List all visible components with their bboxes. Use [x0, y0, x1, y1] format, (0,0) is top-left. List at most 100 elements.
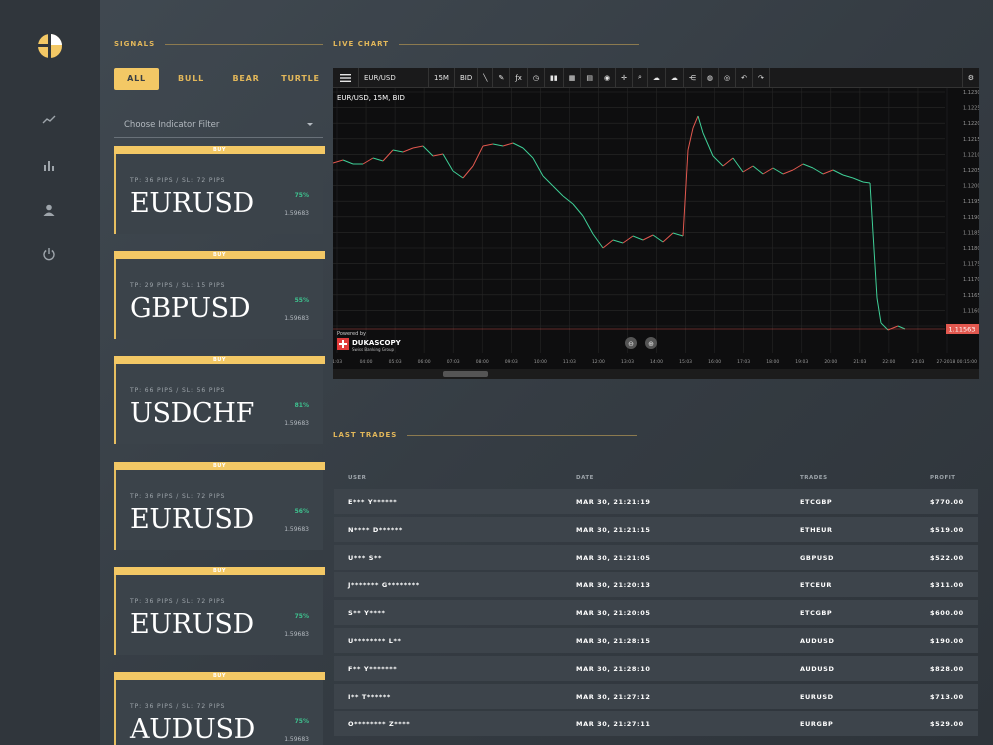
menu-icon[interactable]: [333, 67, 359, 88]
trade-pair: ETHEUR: [800, 525, 833, 534]
y-tick-label: 1.11600: [963, 308, 979, 314]
x-tick-label: 05:03: [389, 359, 402, 365]
table-row[interactable]: F** Y******* MAR 30, 21:28:10 AUDUSD $828.0…: [334, 655, 978, 681]
price-segment: [772, 167, 784, 175]
price-segment: [872, 232, 878, 299]
nav-power-icon[interactable]: [38, 243, 60, 265]
signal-card[interactable]: BUY TP: 36 PIPS / SL: 72 PIPS EURUSD 75%…: [114, 567, 325, 655]
svg-text:⊕: ⊕: [648, 340, 654, 348]
signal-card[interactable]: BUY TP: 36 PIPS / SL: 72 PIPS EURUSD 56%…: [114, 462, 325, 550]
price-segment: [512, 142, 524, 149]
signal-pair: USDCHF: [130, 398, 255, 429]
table-row[interactable]: S** Y**** MAR 30, 21:20:05 ETCGBP $600.00: [334, 600, 978, 626]
y-tick-label: 1.12100: [963, 152, 979, 158]
table-row[interactable]: E*** Y****** MAR 30, 21:21:19 ETCGBP $770.0…: [334, 489, 978, 514]
signal-card[interactable]: BUY TP: 29 PIPS / SL: 15 PIPS GBPUSD 55%…: [114, 251, 325, 339]
indicator-fx-icon[interactable]: ƒx: [510, 67, 528, 88]
table-row[interactable]: O******** Z**** MAR 30, 21:27:11 EURGBP $52…: [334, 711, 978, 737]
indicator-filter-select[interactable]: Choose Indicator Filter: [114, 112, 323, 138]
trade-date: MAR 30, 21:28:15: [576, 637, 651, 645]
price-segment: [887, 325, 899, 331]
x-tick-label: 13:03: [621, 359, 634, 365]
caret-down-icon: [307, 123, 313, 126]
provider-name: DUKASCOPY: [352, 339, 402, 347]
filter-all[interactable]: ALL: [114, 68, 159, 90]
nav-user-icon[interactable]: [38, 199, 60, 221]
signals-header: SIGNALS: [114, 40, 324, 48]
price-segment: [842, 174, 854, 179]
table-row[interactable]: U*** S** MAR 30, 21:21:05 GBPUSD $522.00: [334, 544, 978, 570]
cloud-upload-icon[interactable]: ☁: [648, 67, 666, 88]
draw-tool-icon[interactable]: ✎: [493, 67, 511, 88]
filter-bull[interactable]: BULL: [170, 68, 212, 90]
signal-confidence: 56%: [294, 508, 309, 515]
y-tick-label: 1.12200: [963, 121, 979, 127]
trade-pair: EURGBP: [800, 720, 834, 729]
line-tool-icon[interactable]: ╲: [478, 67, 494, 88]
trade-user: O******** Z****: [348, 720, 411, 729]
price-type-selector[interactable]: BID: [455, 67, 479, 88]
chart-scrollbar[interactable]: [333, 369, 979, 379]
calendar-icon[interactable]: ▦: [564, 67, 582, 88]
eye-icon[interactable]: ◎: [719, 67, 737, 88]
nav-trend-icon[interactable]: [38, 109, 60, 131]
filter-turtle[interactable]: TURTLE: [278, 68, 323, 90]
zoom-icon[interactable]: ⌕: [633, 67, 648, 88]
buy-badge: BUY: [114, 251, 325, 259]
y-tick-label: 1.12300: [963, 90, 979, 96]
filter-bear[interactable]: BEAR: [224, 68, 268, 90]
signal-card[interactable]: BUY TP: 36 PIPS / SL: 72 PIPS AUDUSD 75%…: [114, 672, 325, 745]
signal-confidence: 81%: [294, 402, 309, 409]
x-tick-label: 1:03: [333, 359, 342, 365]
trade-pair: ETCEUR: [800, 581, 832, 590]
trade-profit: $828.00: [930, 664, 964, 673]
palette-icon[interactable]: ◍: [702, 67, 720, 88]
trade-date: MAR 30, 21:28:10: [576, 664, 651, 673]
trade-user: U******** L**: [348, 637, 402, 645]
scrollbar-thumb[interactable]: [443, 371, 488, 377]
price-segment: [802, 163, 814, 169]
trade-user: N**** D******: [348, 525, 403, 534]
nav-bar-chart-icon[interactable]: [38, 154, 60, 176]
live-chart-panel[interactable]: EUR/USD 15M BID ╲ ✎ ƒx ◷ ▮▮ ▦ ▤ ◉ ✛ ⌕ ☁ …: [333, 67, 979, 379]
signal-card[interactable]: BUY TP: 36 PIPS / SL: 72 PIPS EURUSD 75%…: [114, 146, 325, 234]
symbol-selector[interactable]: EUR/USD: [359, 67, 429, 88]
undo-icon[interactable]: ↶: [736, 67, 753, 88]
table-row[interactable]: N**** D****** MAR 30, 21:21:15 ETHEUR $519.…: [334, 516, 978, 542]
price-segment: [762, 167, 774, 175]
tp-sl-label: TP: 36 PIPS / SL: 72 PIPS: [130, 493, 226, 500]
trade-date: MAR 30, 21:20:05: [576, 609, 651, 618]
zoom-out-icon[interactable]: ⊖: [625, 337, 637, 349]
brand-logo-icon: [37, 33, 62, 59]
price-chart-svg[interactable]: 1.12300 1.12250 1.12200 1.12150 1.12100 1.120…: [333, 88, 979, 379]
table-row[interactable]: U******** L** MAR 30, 21:28:15 AUDUSD $190.…: [334, 628, 978, 653]
y-tick-label: 1.11900: [963, 215, 979, 221]
trade-profit: $529.00: [930, 720, 964, 729]
mouse-icon[interactable]: ◉: [599, 67, 617, 88]
share-icon[interactable]: ⋲: [684, 67, 702, 88]
table-row[interactable]: J******* G******** MAR 30, 21:20:13 ETCEUR…: [334, 572, 978, 598]
layout-icon[interactable]: ▤: [581, 67, 599, 88]
price-segment: [672, 232, 684, 237]
cloud-download-icon[interactable]: ☁: [666, 67, 684, 88]
redo-icon[interactable]: ↷: [753, 67, 770, 88]
crosshair-icon[interactable]: ✛: [616, 67, 633, 88]
signal-card[interactable]: BUY TP: 66 PIPS / SL: 56 PIPS USDCHF 81%…: [114, 356, 325, 444]
trade-user: J******* G********: [348, 581, 420, 590]
price-segment: [852, 177, 864, 183]
price-segment: [832, 169, 844, 176]
divider: [165, 43, 324, 45]
table-row[interactable]: I** T****** MAR 30, 21:27:12 EURUSD $713.00: [334, 683, 978, 709]
price-segment: [722, 157, 734, 167]
buy-badge: BUY: [114, 672, 325, 680]
clock-icon[interactable]: ◷: [528, 67, 546, 88]
bars-icon[interactable]: ▮▮: [545, 67, 564, 88]
trade-date: MAR 30, 21:27:11: [576, 720, 651, 729]
settings-gear-icon[interactable]: ⚙: [961, 67, 979, 88]
powered-by-label: Powered by: [337, 331, 366, 337]
price-segment: [869, 182, 874, 234]
price-segment: [392, 149, 404, 153]
zoom-in-icon[interactable]: ⊕: [645, 337, 657, 349]
timeframe-selector[interactable]: 15M: [429, 67, 455, 88]
price-segment: [333, 159, 344, 164]
